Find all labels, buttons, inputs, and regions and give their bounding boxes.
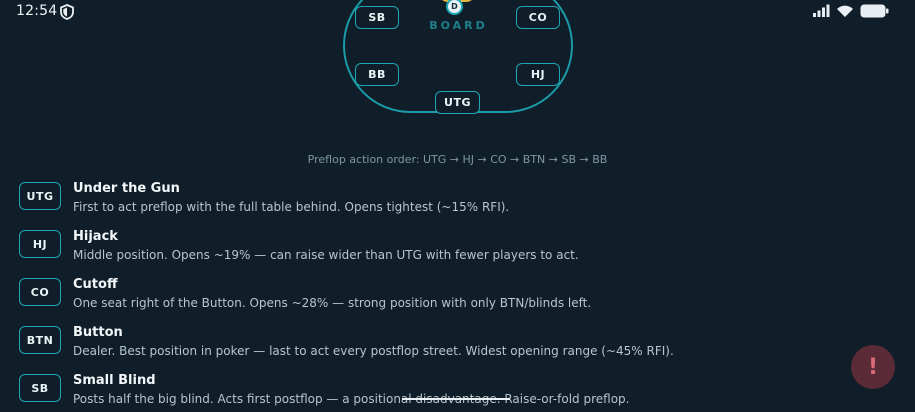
position-badge: SB [19,374,61,402]
position-description: Posts half the big blind. Acts first pos… [73,392,630,406]
feedback-button[interactable]: ! [851,345,895,389]
position-item-utg[interactable]: UTG Under the Gun First to act preflop w… [19,181,859,229]
wifi-icon [837,5,853,17]
position-badge: BTN [19,326,61,354]
seat-bb[interactable]: BB [355,63,399,86]
position-item-hj[interactable]: HJ Hijack Middle position. Opens ~19% — … [19,229,859,277]
text-overlay-line [402,398,510,400]
position-title: Hijack [73,229,118,244]
position-badge: UTG [19,182,61,210]
position-badge: CO [19,278,61,306]
position-description: One seat right of the Button. Opens ~28%… [73,296,592,310]
signal-icon [813,4,830,17]
seat-utg[interactable]: UTG [435,91,480,114]
position-title: Cutoff [73,277,118,292]
position-title: Small Blind [73,373,156,388]
screen: 12:54 BOARD D SB CO BB HJ UTG Preflop ac… [0,0,915,412]
position-item-co[interactable]: CO Cutoff One seat right of the Button. … [19,277,859,325]
seat-hj[interactable]: HJ [516,63,560,86]
seat-co[interactable]: CO [516,6,560,29]
position-title: Button [73,325,123,340]
position-item-sb[interactable]: SB Small Blind Posts half the big blind.… [19,373,859,412]
position-item-btn[interactable]: BTN Button Dealer. Best position in poke… [19,325,859,373]
seat-sb[interactable]: SB [355,6,399,29]
positions-list: UTG Under the Gun First to act preflop w… [19,181,859,412]
battery-icon [860,4,889,18]
action-order-caption: Preflop action order: UTG → HJ → CO → BT… [307,153,608,166]
position-description: Dealer. Best position in poker — last to… [73,344,674,358]
position-badge: HJ [19,230,61,258]
shield-icon [60,4,74,20]
position-title: Under the Gun [73,181,180,196]
position-description: First to act preflop with the full table… [73,200,510,214]
status-time: 12:54 [16,3,58,19]
status-icons [812,4,889,18]
position-description: Middle position. Opens ~19% — can raise … [73,248,579,262]
